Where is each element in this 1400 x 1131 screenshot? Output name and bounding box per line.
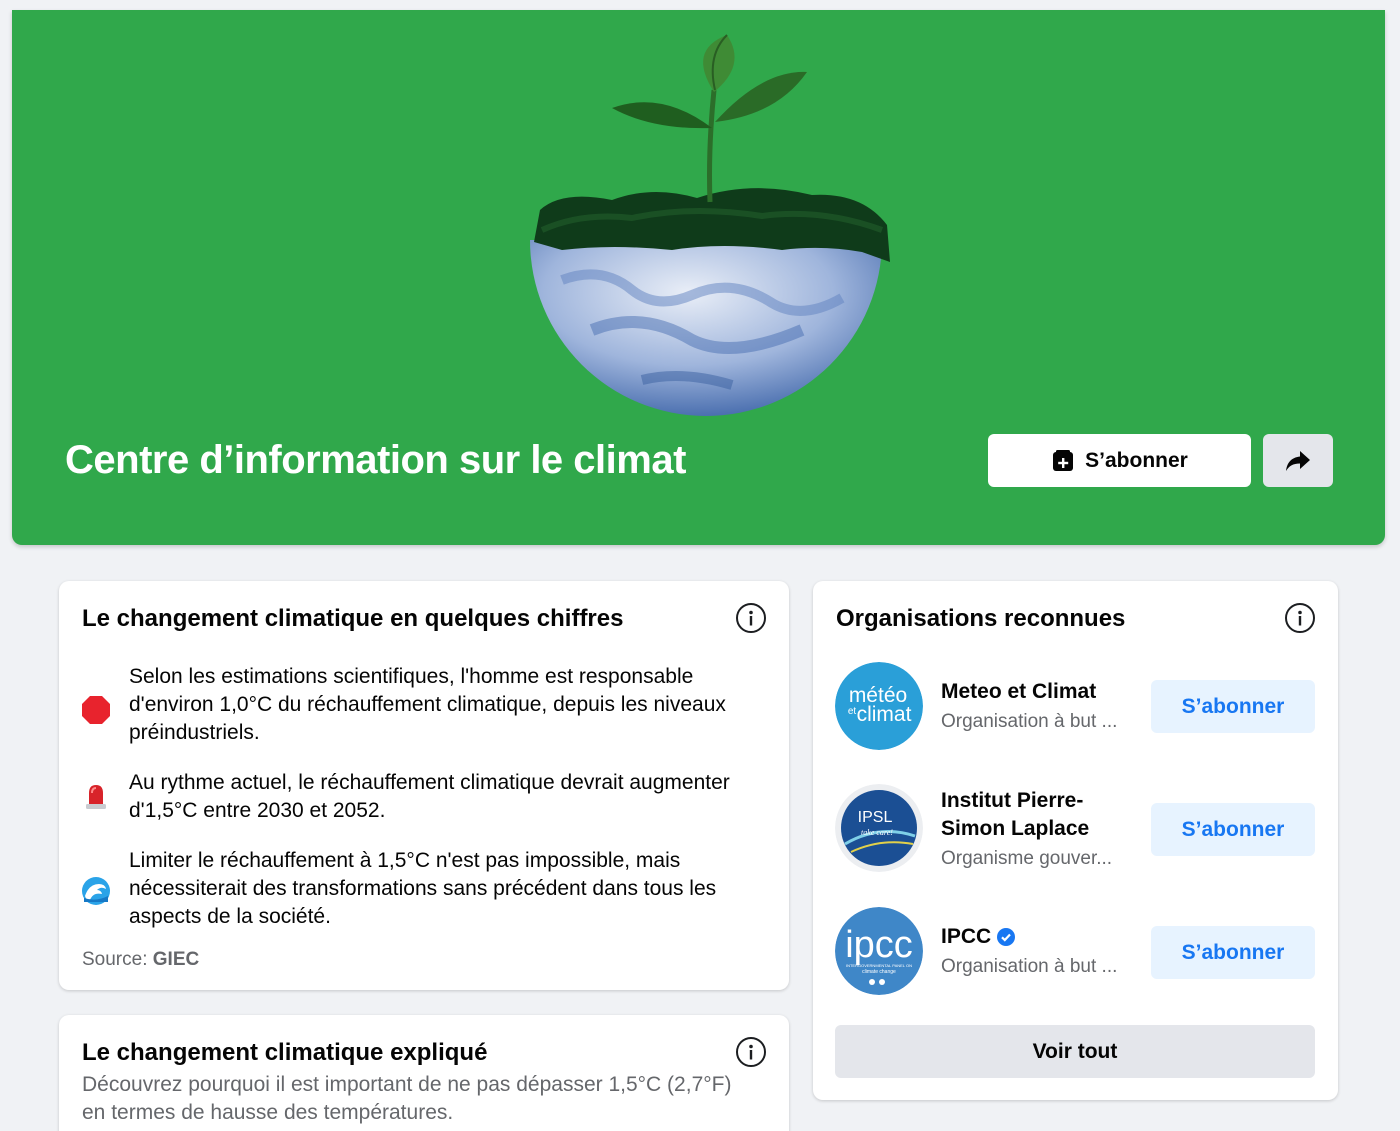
org-name-line: Institut Pierre- [941,789,1084,812]
explained-card-title: Le changement climatique expliqué [82,1039,488,1066]
info-icon[interactable] [736,603,766,633]
info-icon[interactable] [736,1037,766,1067]
explained-description: Découvrez pourquoi il est important de n… [82,1073,732,1124]
avatar-text: INTERGOVERNMENTAL PANEL ON [846,963,912,968]
avatar-text: climate change [862,969,896,975]
fact-text: Au rythme actuel, le réchauffement clima… [129,771,730,822]
fact-text: Limiter le réchauffement à 1,5°C n'est p… [129,849,717,928]
see-all-button[interactable]: Voir tout [835,1025,1315,1078]
org-avatar-ipsl[interactable]: IPSL take care! [835,784,923,872]
page-title: Centre d’information sur le climat [65,438,686,482]
subscribe-box-icon [1053,449,1074,471]
source-link[interactable]: GIEC [153,949,199,970]
avatar-text: climat [857,703,912,726]
avatar-text: IPSL [858,809,893,826]
source-line: Source: GIEC [82,949,199,971]
stop-sign-icon [82,696,110,724]
verified-badge-icon [997,928,1016,946]
org-subscribe-button[interactable]: S’abonner [1151,926,1315,979]
org-type: Organisme gouver... [941,848,1113,869]
org-type: Organisation à but ... [941,711,1118,732]
org-name-line: Simon Laplace [941,817,1090,840]
org-avatar-meteo-climat[interactable]: météo et climat [835,662,923,750]
info-icon[interactable] [1285,603,1315,633]
siren-light-icon [86,785,106,809]
hero-subscribe-label: S’abonner [1085,448,1188,472]
org-name[interactable]: Meteo et Climat [941,678,1096,706]
org-name[interactable]: Institut Pierre- Simon Laplace [941,787,1089,843]
hero-subscribe-button[interactable]: S’abonner [988,434,1251,487]
org-subscribe-button[interactable]: S’abonner [1151,803,1315,856]
recognized-orgs-card: Organisations reconnues météo et climat … [813,581,1338,1100]
avatar-text: ipcc [845,924,913,966]
source-prefix: Source: [82,949,153,970]
climate-explained-card: Le changement climatique expliqué Découv… [59,1015,789,1131]
org-type: Organisation à but ... [941,956,1118,977]
share-arrow-icon [1286,450,1310,471]
avatar-text: take care! [861,828,893,837]
fact-text: Selon les estimations scientifiques, l'h… [129,665,726,744]
avatar-text: et [848,706,857,717]
share-button[interactable] [1263,434,1333,487]
org-name-row[interactable]: IPCC [941,923,1016,951]
water-wave-icon [82,877,110,905]
orgs-card-title: Organisations reconnues [836,605,1126,632]
page: Centre d’information sur le climat S’abo… [0,0,1400,1131]
org-subscribe-button[interactable]: S’abonner [1151,680,1315,733]
earth-sprout-illustration [530,34,890,416]
climate-facts-card: Le changement climatique en quelques chi… [59,581,789,990]
facts-card-title: Le changement climatique en quelques chi… [82,605,624,632]
org-name: IPCC [941,925,992,948]
hero-banner: Centre d’information sur le climat S’abo… [12,10,1385,545]
org-avatar-ipcc[interactable]: ipcc INTERGOVERNMENTAL PANEL ON climate … [835,907,923,995]
